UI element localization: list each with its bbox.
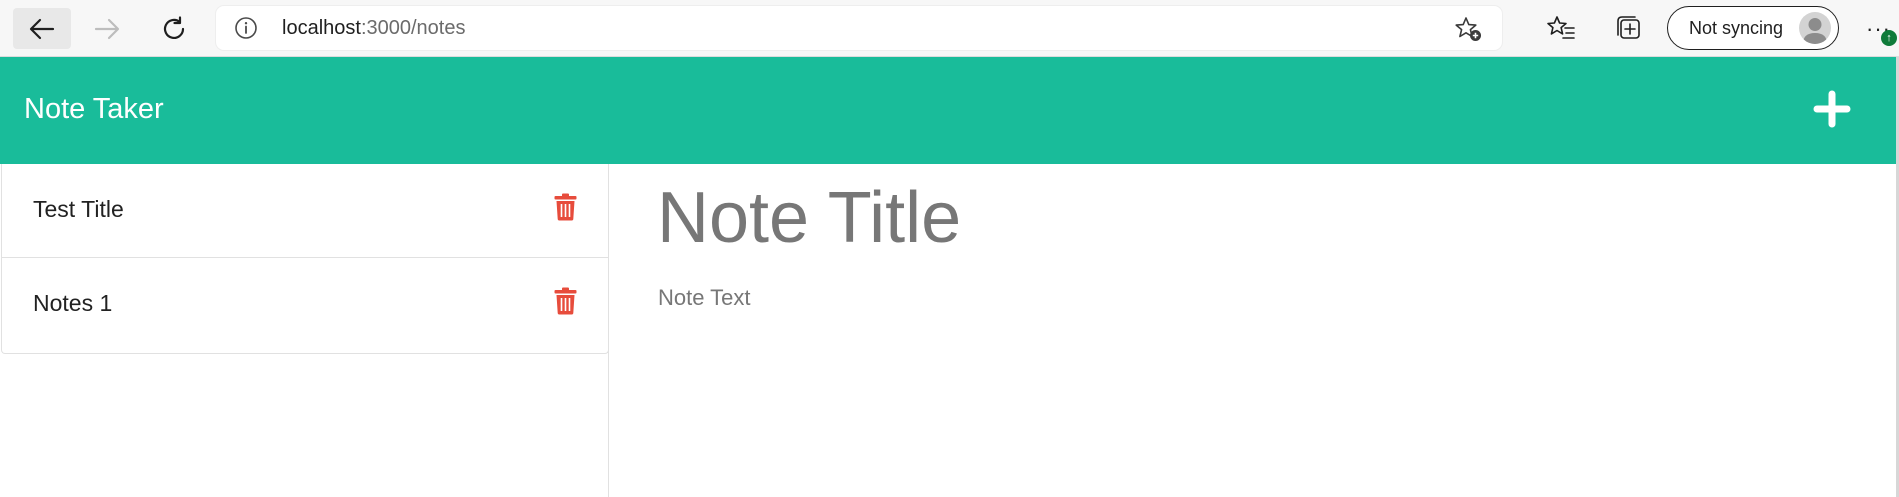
url-host: localhost: [282, 17, 361, 39]
panel-divider: [608, 164, 609, 497]
person-icon: [1803, 18, 1827, 44]
refresh-icon: [163, 15, 185, 39]
info-icon[interactable]: [234, 16, 258, 40]
plus-icon: [1813, 90, 1851, 128]
avatar: [1799, 12, 1831, 44]
note-item-title: Notes 1: [33, 290, 113, 316]
list-item[interactable]: Test Title: [2, 164, 608, 258]
url-path: :3000/notes: [360, 17, 466, 39]
app-header: Note Taker: [0, 57, 1896, 164]
note-list: Test Title Notes 1: [1, 164, 609, 354]
address-bar[interactable]: localhost:3000/notes: [216, 6, 1502, 50]
star-plus-icon[interactable]: [1454, 16, 1482, 42]
forward-button[interactable]: [78, 8, 136, 49]
list-item[interactable]: Notes 1: [2, 258, 608, 352]
favorites-list-icon[interactable]: [1546, 14, 1576, 42]
arrow-right-icon: [94, 18, 120, 39]
new-note-button[interactable]: [1812, 89, 1852, 129]
trash-icon[interactable]: [554, 287, 577, 315]
profile-sync-button[interactable]: Not syncing: [1667, 6, 1839, 50]
arrow-left-icon: [29, 18, 55, 39]
more-menu-button[interactable]: ··· ↑: [1864, 8, 1897, 48]
update-badge: ↑: [1881, 30, 1897, 46]
collections-icon[interactable]: [1613, 14, 1643, 42]
note-item-title: Test Title: [33, 196, 124, 222]
back-button[interactable]: [13, 8, 71, 49]
app-title[interactable]: Note Taker: [24, 93, 164, 126]
note-text-input[interactable]: Note Text: [658, 285, 751, 311]
browser-toolbar: localhost:3000/notes Not syncing ··· ↑: [0, 0, 1899, 57]
note-title-input[interactable]: Note Title: [657, 182, 961, 254]
trash-icon[interactable]: [554, 193, 577, 221]
sync-status-label: Not syncing: [1689, 18, 1784, 38]
refresh-button[interactable]: [145, 8, 203, 49]
url-text[interactable]: localhost:3000/notes: [282, 17, 465, 40]
